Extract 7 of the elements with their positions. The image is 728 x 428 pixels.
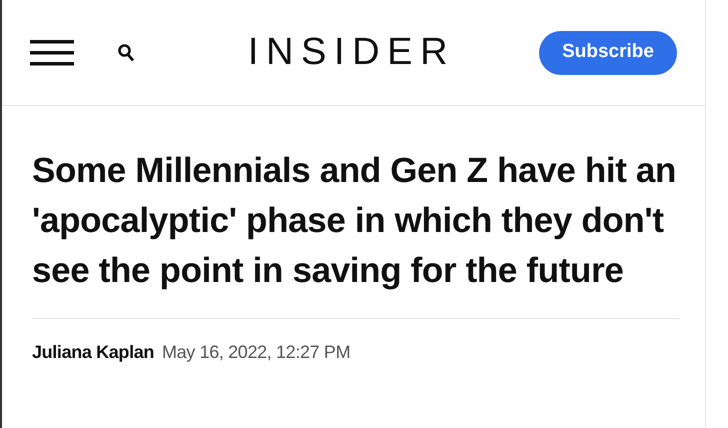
search-icon[interactable]: [118, 44, 134, 62]
subscribe-button[interactable]: Subscribe: [539, 30, 677, 74]
site-logo[interactable]: INSIDER: [248, 24, 456, 81]
author-name[interactable]: Juliana Kaplan: [32, 339, 154, 366]
menu-icon[interactable]: [30, 40, 74, 66]
article-headline: Some Millennials and Gen Z have hit an 'apocalyptic' phase in which they don't see the point in saving for the future: [32, 150, 678, 292]
publish-date: May 16, 2022, 12:27 PM: [162, 341, 350, 364]
